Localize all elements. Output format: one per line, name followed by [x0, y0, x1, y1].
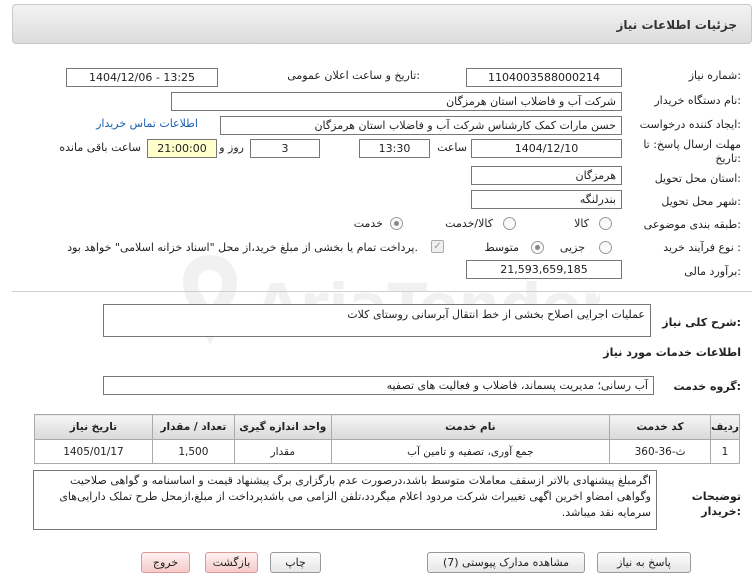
service-group-label: گروه خدمت:	[673, 380, 741, 393]
cell-quantity: 1,500	[151, 439, 235, 464]
cell-service-name: جمع آوری، تصفیه و تامین آب	[330, 439, 611, 464]
cell-row: 1	[710, 439, 740, 464]
payment-note: پرداخت تمام یا بخشی از مبلغ خرید،از محل …	[67, 241, 418, 254]
col-row: ردیف	[710, 414, 740, 440]
col-service-code: کد خدمت	[609, 414, 712, 440]
buyer-notes-textarea: اگرمبلغ پیشنهادی بالاتر ازسقف معاملات مت…	[33, 470, 657, 530]
remaining-time-label: ساعت باقی مانده	[59, 141, 141, 154]
buyer-org-field: شرکت آب و فاضلاب استان هرمزگان	[171, 92, 622, 111]
description-label: شرح کلی نیاز:	[662, 316, 741, 329]
description-text: عملیات اجرایی اصلاح بخشی از خط انتقال آب…	[347, 308, 645, 321]
col-service-name: نام خدمت	[330, 414, 611, 440]
table-row: 1 ث-36-360 جمع آوری، تصفیه و تامین آب مق…	[34, 439, 740, 464]
services-section-title: اطلاعات خدمات مورد نیاز	[603, 346, 741, 359]
watermark-logo: AriaTender.neT	[182, 255, 600, 345]
category-option-goods-service: کالا/خدمت	[445, 217, 493, 230]
category-option-goods: کالا	[574, 217, 589, 230]
category-label: طبقه بندی موضوعی:	[643, 218, 741, 231]
need-number-field: 1104003588000214	[466, 68, 622, 87]
process-label: نوع فرآیند خرید :	[663, 241, 741, 254]
back-button[interactable]: بازگشت	[205, 552, 258, 573]
deadline-time-field: 13:30	[359, 139, 430, 158]
deadline-time-label: ساعت	[437, 141, 467, 154]
page-header: جزئیات اطلاعات نیاز	[12, 4, 752, 44]
buyer-contact-link[interactable]: اطلاعات تماس خریدار	[96, 117, 198, 130]
services-table: ردیف کد خدمت نام خدمت واحد اندازه گیری ت…	[34, 414, 740, 464]
process-option-minor: جزیی	[559, 241, 585, 254]
buyer-notes-label-1: توضیحات	[691, 490, 741, 503]
process-option-medium: متوسط	[484, 241, 519, 254]
description-textarea: عملیات اجرایی اصلاح بخشی از خط انتقال آب…	[103, 304, 651, 337]
need-number-label: شماره نیاز:	[688, 69, 741, 82]
category-radio-goods-service[interactable]	[503, 217, 516, 230]
announce-date-field: 1404/12/06 - 13:25	[66, 68, 218, 87]
view-attachments-button[interactable]: مشاهده مدارک پیوستی (7)	[427, 552, 585, 573]
cell-service-code: ث-36-360	[609, 439, 712, 464]
service-group-field: آب رسانی؛ مدیریت پسماند، فاضلاب و فعالیت…	[103, 376, 654, 395]
buyer-notes-label-2: خریدار:	[701, 505, 741, 518]
city-field: بندرلنگه	[471, 190, 622, 209]
deadline-date-label: تاریخ:	[715, 152, 741, 165]
process-radio-medium[interactable]	[531, 241, 544, 254]
category-radio-service[interactable]	[390, 217, 403, 230]
cell-unit: مقدار	[233, 439, 332, 464]
col-quantity: تعداد / مقدار	[151, 414, 235, 440]
reply-button[interactable]: پاسخ به نیاز	[597, 552, 691, 573]
buyer-notes-text: اگرمبلغ پیشنهادی بالاتر ازسقف معاملات مت…	[59, 474, 651, 519]
days-label: روز و	[219, 141, 244, 154]
exit-button[interactable]: خروج	[141, 552, 190, 573]
creator-label: ایجاد کننده درخواست:	[639, 118, 741, 131]
col-unit: واحد اندازه گیری	[233, 414, 332, 440]
creator-field: حسن مارات کمک کارشناس شرکت آب و فاضلاب ا…	[220, 116, 622, 135]
category-option-service: خدمت	[353, 217, 383, 230]
print-button[interactable]: چاپ	[270, 552, 321, 573]
days-remaining-field: 3	[250, 139, 320, 158]
col-need-date: تاریخ نیاز	[34, 414, 153, 440]
announce-date-label: تاریخ و ساعت اعلان عمومی:	[287, 69, 420, 82]
cell-need-date: 1405/01/17	[34, 439, 153, 464]
deadline-label: مهلت ارسال پاسخ: تا	[643, 138, 741, 151]
remaining-time-field: 21:00:00	[147, 139, 217, 158]
city-label: شهر محل تحویل:	[661, 195, 741, 208]
province-field: هرمزگان	[471, 166, 622, 185]
estimate-field: 21,593,659,185	[466, 260, 622, 279]
deadline-date-field: 1404/12/10	[471, 139, 622, 158]
process-radio-minor[interactable]	[599, 241, 612, 254]
estimate-label: برآورد مالی:	[684, 265, 741, 278]
divider	[12, 291, 752, 292]
category-radio-goods[interactable]	[599, 217, 612, 230]
treasury-checkbox[interactable]: ✓	[431, 240, 444, 253]
page-title: جزئیات اطلاعات نیاز	[616, 18, 737, 32]
province-label: استان محل تحویل:	[654, 172, 741, 185]
buyer-org-label: نام دستگاه خریدار:	[654, 94, 741, 107]
